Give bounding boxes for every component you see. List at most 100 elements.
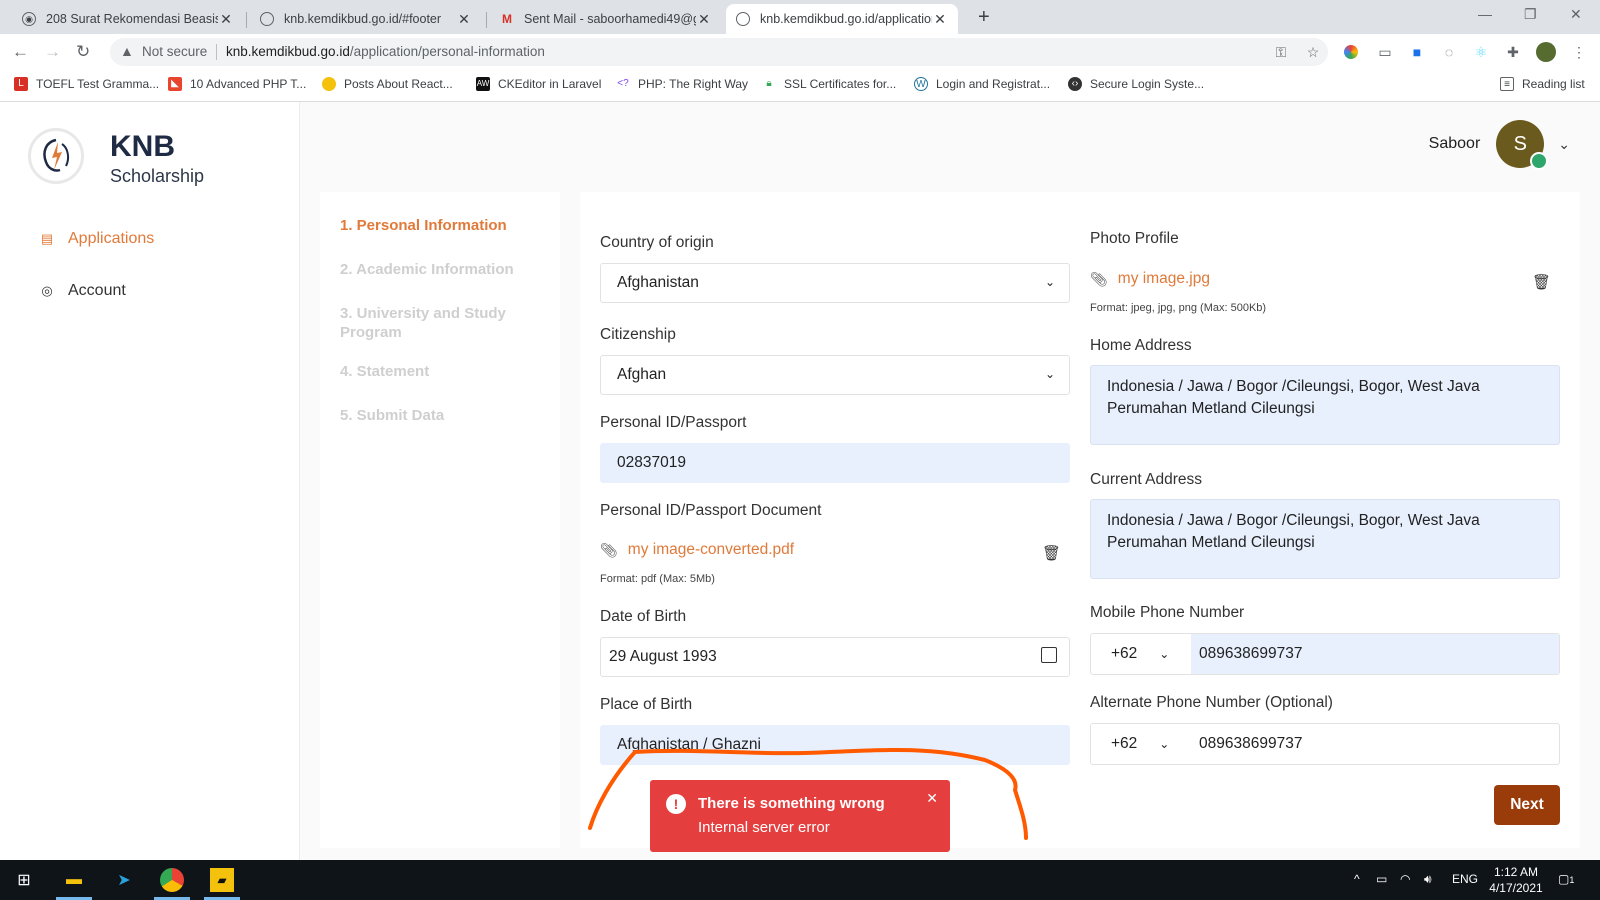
bookmark[interactable]: L TOEFL Test Gramma... <box>14 77 159 91</box>
forward-icon[interactable]: → <box>44 42 61 62</box>
home-address-textarea[interactable]: Indonesia / Jawa / Bogor /Cileungsi, Bog… <box>1090 365 1560 445</box>
puzzle-icon[interactable]: ✚ <box>1504 43 1522 61</box>
sidebar-item-account[interactable]: ◎ Account <box>40 282 125 300</box>
windows-start-icon[interactable]: ⊞ <box>12 868 36 892</box>
battery-icon[interactable]: ▭ <box>1376 872 1387 886</box>
sidebar-item-applications[interactable]: ▤ Applications <box>40 230 154 248</box>
photo-profile-file[interactable]: 📎︎ my image.jpg <box>1090 270 1210 288</box>
windows-taskbar: ⊞ ▬ ➤ ▰ ^ ▭ ◠ 🔊︎ ENG 1:12 AM 4/17/2021 ▢… <box>0 860 1600 900</box>
bookmark[interactable]: ‹› Secure Login Syste... <box>1068 77 1204 91</box>
user-menu[interactable]: Saboor S ⌄ <box>1429 120 1570 170</box>
close-tab-icon[interactable]: ✕ <box>932 11 948 28</box>
bookmark[interactable]: W Login and Registrat... <box>914 77 1050 91</box>
extension-icon[interactable]: ▭ <box>1376 43 1394 61</box>
notification-icon[interactable]: ▢1 <box>1558 872 1574 886</box>
mobile-phone-field[interactable]: +62 ⌄ 089638699737 <box>1090 633 1560 675</box>
file-explorer-icon[interactable]: ▬ <box>62 868 86 892</box>
knb-logo <box>28 128 84 184</box>
key-icon[interactable]: ⚿ <box>1272 43 1290 61</box>
security-label[interactable]: Not secure <box>142 44 207 59</box>
browser-tab-active[interactable]: knb.kemdikbud.go.id/application ✕ <box>726 4 958 34</box>
browser-tab[interactable]: M Sent Mail - saboorhamedi49@gmail.com ✕ <box>490 4 722 34</box>
menu-icon[interactable]: ⋮ <box>1570 43 1588 61</box>
alternate-phone-field[interactable]: +62 ⌄ 089638699737 <box>1090 723 1560 765</box>
new-tab-icon[interactable]: + <box>978 6 990 29</box>
back-icon[interactable]: ← <box>12 42 29 62</box>
browser-tab[interactable]: knb.kemdikbud.go.id/#footer ✕ <box>250 4 482 34</box>
bookmark[interactable]: 🔒︎ SSL Certificates for... <box>762 77 896 91</box>
language-indicator[interactable]: ENG <box>1452 872 1478 886</box>
passport-document-file[interactable]: 📎︎ my image-converted.pdf <box>600 541 794 559</box>
error-toast: ! There is something wrong Internal serv… <box>650 780 950 852</box>
site-favicon-icon <box>736 12 750 26</box>
extension-icon[interactable]: ◌ <box>1440 43 1458 61</box>
close-icon[interactable]: ✕ <box>926 790 938 807</box>
gmail-icon: M <box>502 12 512 26</box>
next-button[interactable]: Next <box>1494 785 1560 825</box>
brand-subtitle: Scholarship <box>110 166 205 186</box>
dob-input[interactable]: 29 August 1993 <box>600 637 1070 677</box>
alternate-phone-input[interactable]: 089638699737 <box>1191 724 1559 764</box>
dob-label: Date of Birth <box>600 608 687 625</box>
country-code-select[interactable]: +62 ⌄ <box>1091 724 1191 764</box>
warning-icon: ▲ <box>120 43 134 59</box>
telegram-icon[interactable]: ➤ <box>112 868 136 892</box>
react-devtools-icon[interactable]: ⚛ <box>1472 43 1490 61</box>
step-personal-information[interactable]: 1. Personal Information <box>340 216 540 235</box>
browser-tab[interactable]: ◉ 208 Surat Rekomendasi Beasiswa ✕ <box>12 4 244 34</box>
country-select[interactable]: Afghanistan ⌄ <box>600 263 1070 303</box>
taskbar-clock[interactable]: 1:12 AM 4/17/2021 <box>1486 864 1546 896</box>
mobile-phone-label: Mobile Phone Number <box>1090 604 1245 621</box>
step-university-program[interactable]: 3. University and Study Program <box>340 304 540 342</box>
minimize-icon[interactable]: — <box>1478 6 1492 22</box>
globe-icon: ◉ <box>22 12 36 26</box>
close-window-icon[interactable]: ✕ <box>1570 6 1582 23</box>
chevron-down-icon[interactable]: ⌄ <box>1558 136 1570 153</box>
alternate-phone-label: Alternate Phone Number (Optional) <box>1090 694 1333 711</box>
volume-icon[interactable]: 🔊︎ <box>1424 872 1432 887</box>
bookmark[interactable]: <? PHP: The Right Way <box>616 77 748 91</box>
close-tab-icon[interactable]: ✕ <box>696 11 712 28</box>
wifi-icon[interactable]: ◠ <box>1400 872 1410 886</box>
citizenship-select[interactable]: Afghan ⌄ <box>600 355 1070 395</box>
color-picker-extension-icon[interactable] <box>1344 45 1358 59</box>
trash-icon[interactable]: 🗑︎ <box>1042 544 1061 562</box>
bookmark[interactable]: Posts About React... <box>322 77 453 91</box>
profile-icon[interactable] <box>1536 42 1556 62</box>
current-address-textarea[interactable]: Indonesia / Jawa / Bogor /Cileungsi, Bog… <box>1090 499 1560 579</box>
close-tab-icon[interactable]: ✕ <box>218 11 234 28</box>
restore-icon[interactable]: ❐ <box>1524 6 1537 23</box>
step-statement[interactable]: 4. Statement <box>340 362 540 381</box>
lock-icon: 🔒︎ <box>766 78 772 89</box>
reading-list[interactable]: ≡ Reading list <box>1500 77 1585 91</box>
sidebar: KNB Scholarship ▤ Applications ◎ Account <box>0 102 300 860</box>
url-text[interactable]: knb.kemdikbud.go.id/application/personal… <box>226 44 545 59</box>
sticky-notes-icon[interactable]: ▰ <box>210 868 234 892</box>
steps-panel: 1. Personal Information 2. Academic Info… <box>320 192 560 848</box>
exclamation-icon: ! <box>666 794 686 814</box>
pob-input[interactable]: Afghanistan / Ghazni <box>600 725 1070 765</box>
star-icon[interactable]: ☆ <box>1304 43 1322 61</box>
trash-icon[interactable]: 🗑︎ <box>1532 273 1551 291</box>
chevron-up-icon[interactable]: ^ <box>1354 872 1360 886</box>
address-bar[interactable]: ▲ Not secure knb.kemdikbud.go.id/applica… <box>110 38 1328 66</box>
step-submit-data[interactable]: 5. Submit Data <box>340 406 540 425</box>
bookmark-icon: ◣ <box>168 77 182 91</box>
country-code-select[interactable]: +62 ⌄ <box>1091 634 1191 674</box>
home-address-label: Home Address <box>1090 337 1192 354</box>
calendar-icon[interactable] <box>1041 647 1057 663</box>
chrome-icon[interactable] <box>160 868 184 892</box>
current-address-label: Current Address <box>1090 471 1202 488</box>
extension-icon[interactable]: ■ <box>1408 43 1426 61</box>
site-favicon-icon <box>260 12 274 26</box>
passport-document-label: Personal ID/Passport Document <box>600 502 822 519</box>
bookmark[interactable]: AW CKEditor in Laravel <box>476 77 601 91</box>
close-tab-icon[interactable]: ✕ <box>456 11 472 28</box>
toast-title: There is something wrong <box>698 795 885 812</box>
bookmark[interactable]: ◣ 10 Advanced PHP T... <box>168 77 306 91</box>
step-academic-information[interactable]: 2. Academic Information <box>340 260 540 279</box>
reload-icon[interactable]: ↻ <box>76 42 90 62</box>
passport-input[interactable]: 02837019 <box>600 443 1070 483</box>
mobile-phone-input[interactable]: 089638699737 <box>1191 634 1559 674</box>
avatar[interactable]: S <box>1496 120 1549 170</box>
